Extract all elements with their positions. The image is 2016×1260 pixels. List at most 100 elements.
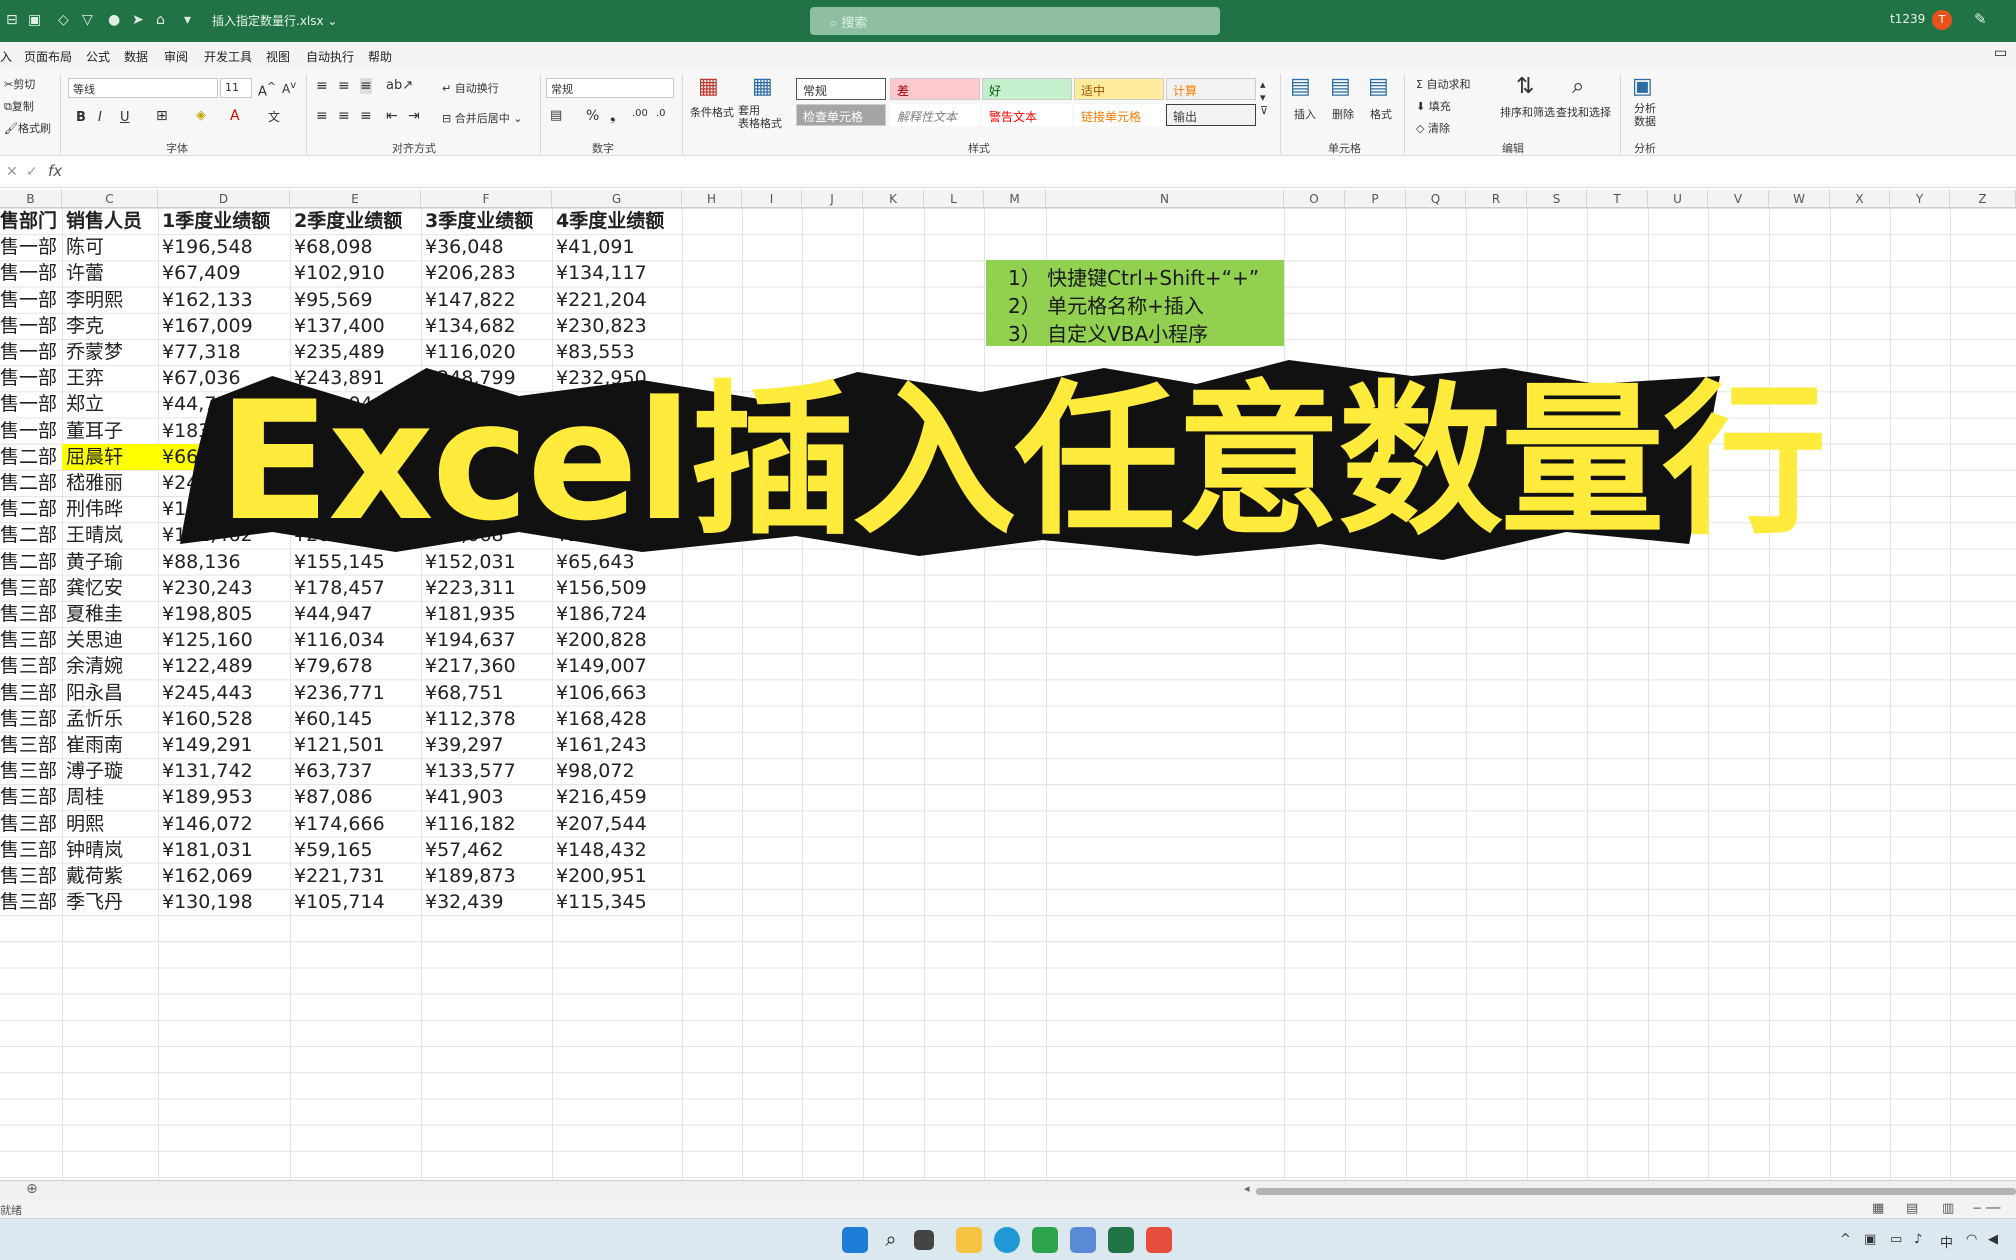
table-cell[interactable]: 阳永昌: [66, 680, 123, 706]
table-cell[interactable]: ¥235,489: [294, 339, 385, 365]
table-cell[interactable]: 龚忆安: [66, 575, 123, 601]
col-header-g[interactable]: G: [552, 190, 682, 208]
table-cell[interactable]: 嵇雅丽: [66, 470, 123, 496]
copy-button[interactable]: ⧉复制: [4, 98, 34, 114]
edge-icon[interactable]: [994, 1227, 1020, 1253]
search-icon[interactable]: ⌕: [878, 1227, 904, 1253]
table-cell[interactable]: ¥221,731: [294, 863, 385, 889]
formula-input[interactable]: [72, 161, 2012, 185]
style-normal[interactable]: 常规: [796, 78, 886, 100]
merge-center-button[interactable]: ⊟ 合并后居中 ⌄: [442, 110, 522, 126]
table-cell[interactable]: ¥68,098: [294, 234, 373, 260]
col-header-n[interactable]: N: [1046, 190, 1284, 208]
col-header-k[interactable]: K: [863, 190, 924, 208]
table-cell[interactable]: 售三部: [0, 601, 57, 627]
zoom-slider[interactable]: − ──: [1972, 1201, 2000, 1215]
table-cell[interactable]: ¥230,243: [162, 575, 253, 601]
table-cell[interactable]: ¥160,528: [162, 706, 253, 732]
table-cell[interactable]: 售三部: [0, 706, 57, 732]
table-cell[interactable]: ¥131,742: [162, 758, 253, 784]
col-header-r[interactable]: R: [1466, 190, 1527, 208]
col-header-i[interactable]: I: [742, 190, 802, 208]
table-cell[interactable]: 李明熙: [66, 287, 123, 313]
table-cell[interactable]: ¥134,117: [556, 260, 647, 286]
align-right-icon[interactable]: ≡: [360, 108, 372, 124]
table-cell[interactable]: ¥221,204: [556, 287, 647, 313]
table-cell[interactable]: ¥207,544: [556, 811, 647, 837]
conditional-format-button[interactable]: 条件格式: [690, 104, 734, 120]
page-break-view-icon[interactable]: ▥: [1942, 1201, 1954, 1216]
col-header-j[interactable]: J: [802, 190, 863, 208]
table-cell[interactable]: ¥122,489: [162, 653, 253, 679]
table-cell[interactable]: 王弈: [66, 365, 104, 391]
filter-icon[interactable]: ▽: [82, 12, 93, 28]
table-cell[interactable]: ¥146,072: [162, 811, 253, 837]
grow-font-icon[interactable]: A^: [258, 80, 276, 99]
table-cell[interactable]: 乔蒙梦: [66, 339, 123, 365]
menu-automate[interactable]: 自动执行: [306, 48, 354, 65]
bold-icon[interactable]: B: [76, 110, 86, 125]
table-cell[interactable]: ¥60,145: [294, 706, 373, 732]
find-select-button[interactable]: 查找和选择: [1556, 104, 1611, 120]
table-cell[interactable]: 售一部: [0, 234, 57, 260]
file-name[interactable]: 插入指定数量行.xlsx ⌄: [212, 12, 337, 29]
table-cell[interactable]: ¥181,031: [162, 837, 253, 863]
table-cell[interactable]: 崔雨南: [66, 732, 123, 758]
decrease-decimal-icon[interactable]: .0: [656, 108, 666, 119]
table-header-cell[interactable]: 1季度业绩额: [162, 208, 270, 234]
worksheet-grid[interactable]: 售部门 销售人员 1季度业绩额 2季度业绩额 3季度业绩额 4季度业绩额 售一部 陈可 ¥196…: [0, 208, 2016, 1183]
table-cell[interactable]: ¥236,771: [294, 680, 385, 706]
scroll-left-icon[interactable]: ◂: [1244, 1182, 1250, 1195]
table-cell[interactable]: 售三部: [0, 889, 57, 915]
autosave-icon[interactable]: ⊟: [6, 12, 18, 28]
pen-icon[interactable]: ✎: [1974, 10, 1987, 28]
table-cell[interactable]: ¥87,086: [294, 784, 373, 810]
col-header-d[interactable]: D: [158, 190, 290, 208]
save-icon[interactable]: ▣: [28, 12, 41, 28]
customize-qa-icon[interactable]: ▾: [184, 12, 191, 28]
table-cell[interactable]: ¥116,182: [425, 811, 516, 837]
table-cell[interactable]: ¥57,462: [425, 837, 504, 863]
table-cell[interactable]: 售三部: [0, 863, 57, 889]
start-icon[interactable]: [842, 1227, 868, 1253]
table-cell[interactable]: ¥133,577: [425, 758, 516, 784]
table-cell[interactable]: ¥186,724: [556, 601, 647, 627]
table-cell[interactable]: 李克: [66, 313, 104, 339]
table-cell[interactable]: ¥116,034: [294, 627, 385, 653]
record-icon[interactable]: ●: [108, 12, 120, 28]
input-language[interactable]: 中: [1940, 1232, 1953, 1251]
search-box[interactable]: ⌕ 搜索: [810, 7, 1220, 35]
table-cell[interactable]: 周桂: [66, 784, 104, 810]
analyze-data-button[interactable]: 分析 数据: [1634, 102, 1656, 128]
col-header-o[interactable]: O: [1284, 190, 1345, 208]
menu-data[interactable]: 数据: [124, 48, 148, 65]
camtasia-icon[interactable]: [1032, 1227, 1058, 1253]
add-sheet-icon[interactable]: ⊕: [26, 1181, 38, 1197]
phonetic-icon[interactable]: 文: [268, 108, 280, 125]
table-format-button[interactable]: 套用 表格格式: [738, 104, 782, 130]
table-cell[interactable]: ¥67,409: [162, 260, 241, 286]
table-cell[interactable]: ¥162,069: [162, 863, 253, 889]
table-cell[interactable]: 售一部: [0, 339, 57, 365]
table-cell[interactable]: ¥200,951: [556, 863, 647, 889]
menu-developer[interactable]: 开发工具: [204, 48, 252, 65]
table-cell[interactable]: 售二部: [0, 496, 57, 522]
table-header-cell[interactable]: 4季度业绩额: [556, 208, 664, 234]
table-cell[interactable]: 董耳子: [66, 418, 123, 444]
network-icon[interactable]: ◠: [1966, 1232, 1977, 1247]
comma-icon[interactable]: ❟: [610, 108, 616, 124]
style-good[interactable]: 好: [982, 78, 1072, 100]
table-cell[interactable]: 售三部: [0, 627, 57, 653]
delete-cells-button[interactable]: 删除: [1332, 106, 1354, 122]
table-cell[interactable]: 售一部: [0, 260, 57, 286]
horizontal-scrollbar[interactable]: [1256, 1188, 2016, 1195]
col-header-u[interactable]: U: [1648, 190, 1708, 208]
table-cell[interactable]: ¥206,283: [425, 260, 516, 286]
format-painter-button[interactable]: 🖌格式刷: [4, 120, 51, 136]
table-cell[interactable]: ¥149,291: [162, 732, 253, 758]
clear-button[interactable]: ◇ 清除: [1416, 120, 1450, 136]
tray-app-icon[interactable]: ▣: [1864, 1232, 1876, 1247]
col-header-v[interactable]: V: [1708, 190, 1769, 208]
table-cell[interactable]: 郑立: [66, 391, 104, 417]
table-cell[interactable]: 余清婉: [66, 653, 123, 679]
